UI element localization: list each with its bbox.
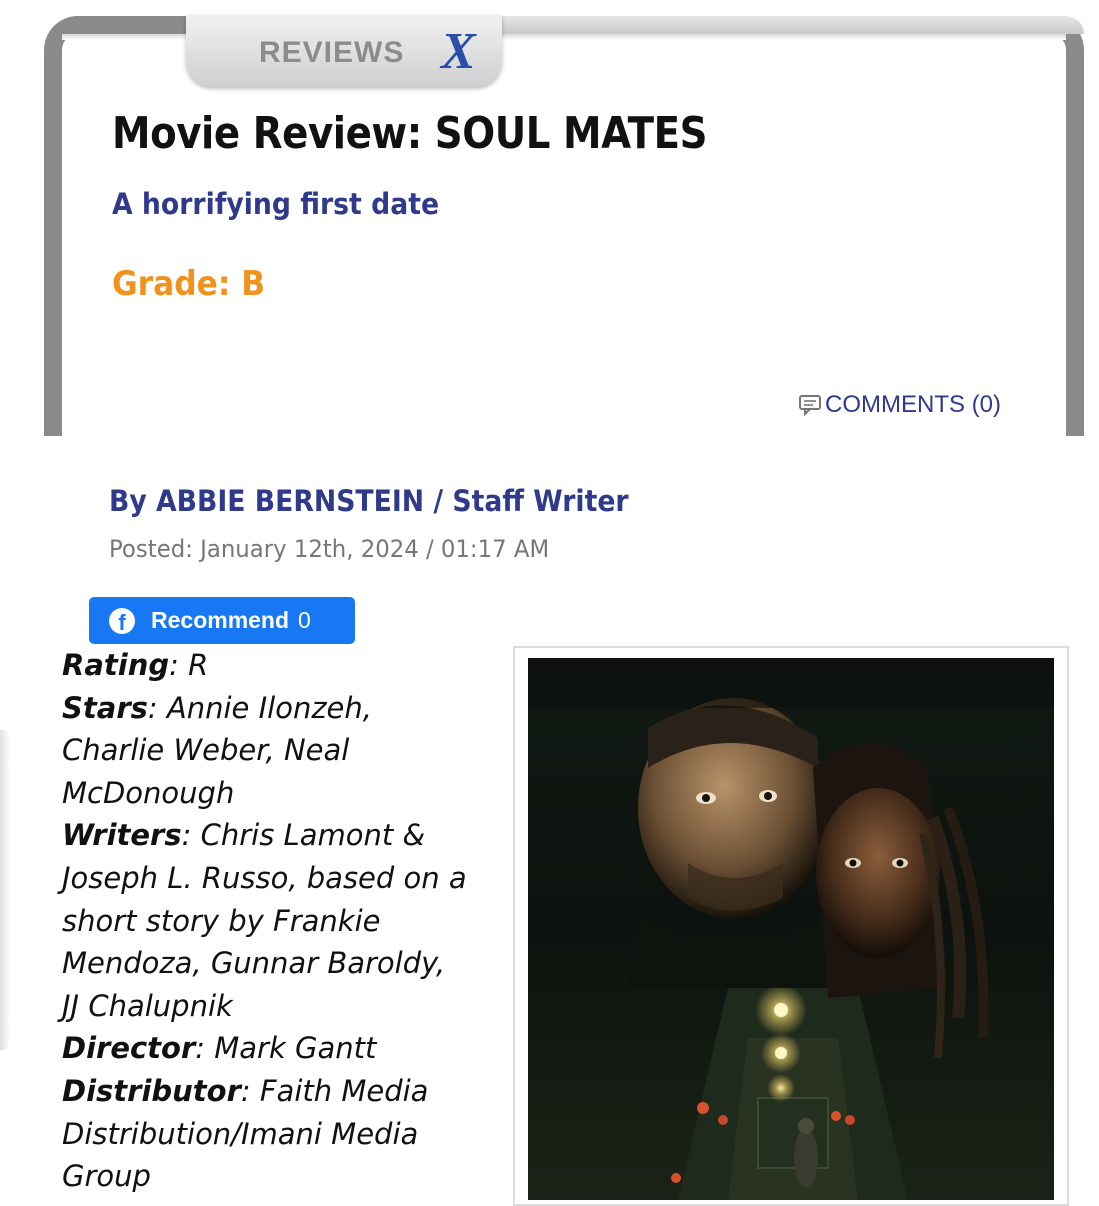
page-title: Movie Review: SOUL MATES [112, 108, 708, 159]
comments-link[interactable]: COMMENTS (0) [798, 391, 1001, 419]
detail-stars: Stars: Annie Ilonzeh, [62, 690, 373, 725]
detail-line: McDonough [62, 775, 235, 810]
detail-line: Joseph L. Russo, based on a [62, 860, 467, 895]
speech-bubble-icon [799, 395, 821, 416]
detail-writers: Writers: Chris Lamont & [62, 818, 426, 853]
movie-details: Rating: R Stars: Annie Ilonzeh, Charlie … [62, 644, 502, 1198]
detail-director: Director: Mark Gantt [62, 1031, 377, 1066]
recommend-label: Recommend [151, 607, 290, 633]
detail-distributor: Distributor: Faith Media [62, 1073, 429, 1108]
detail-value: Faith Media [259, 1073, 429, 1108]
detail-line: Distribution/Imani Media [62, 1116, 419, 1151]
reviews-tab-label: REVIEWS [259, 36, 405, 69]
x-logo-icon: X [441, 23, 476, 80]
author-byline[interactable]: By ABBIE BERNSTEIN / Staff Writer [109, 484, 629, 518]
grade-label: Grade: B [112, 264, 266, 304]
detail-line: Charlie Weber, Neal [62, 733, 350, 768]
detail-line: Group [62, 1159, 151, 1194]
detail-line: short story by Frankie [62, 903, 381, 938]
detail-key: Director [62, 1031, 196, 1066]
detail-key: Writers [62, 818, 182, 853]
detail-value: Annie Ilonzeh, [166, 690, 373, 725]
movie-poster-image[interactable] [528, 658, 1054, 1200]
edge-shadow [0, 730, 10, 1050]
comments-link-label: COMMENTS (0) [825, 391, 1001, 418]
detail-line: JJ Chalupnik [62, 988, 233, 1023]
detail-key: Rating [62, 648, 170, 682]
posted-date: Posted: January 12th, 2024 / 01:17 AM [109, 535, 550, 563]
detail-value: Chris Lamont & [200, 818, 426, 853]
article-subtitle: A horrifying first date [112, 187, 440, 221]
recommend-count: 0 [298, 607, 311, 633]
detail-key: Distributor [62, 1073, 241, 1108]
detail-value: R [188, 648, 209, 682]
detail-rating: Rating: R [62, 648, 209, 682]
detail-line: Mendoza, Gunnar Baroldy, [62, 946, 446, 981]
detail-key: Stars [62, 690, 148, 725]
detail-value: Mark Gantt [214, 1031, 377, 1066]
facebook-icon: f [109, 607, 135, 634]
poster-artwork [528, 658, 1054, 1200]
facebook-recommend-button[interactable]: f Recommend 0 [89, 597, 355, 644]
reviews-section-tab[interactable]: REVIEWS X [186, 14, 502, 86]
